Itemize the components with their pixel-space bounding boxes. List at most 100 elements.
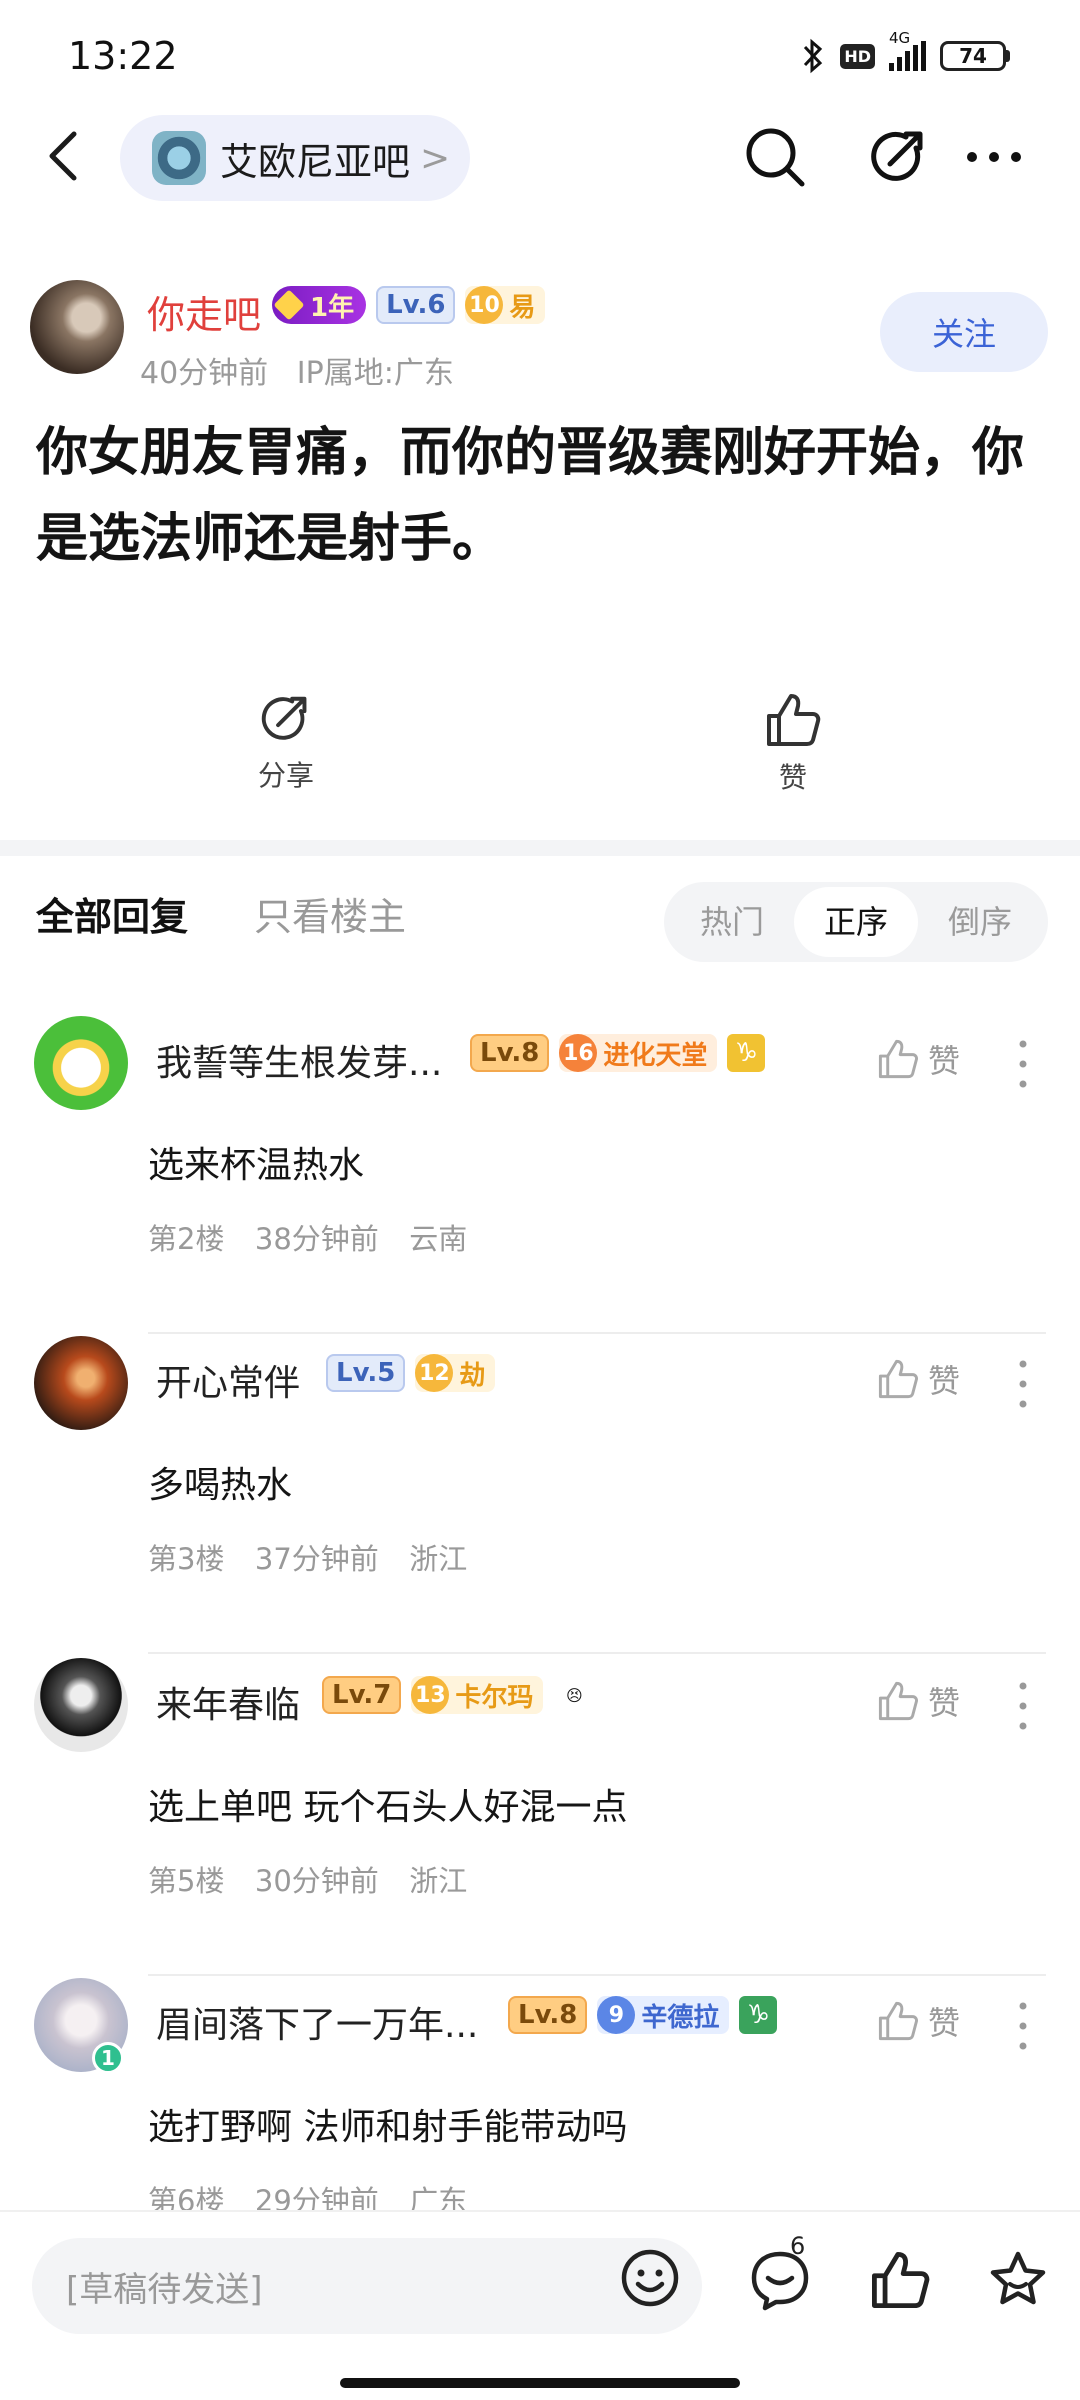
comment-like-label: 赞 (928, 1042, 961, 1080)
commenter-name[interactable]: 我誓等生根发芽... (156, 1034, 442, 1086)
comment-meta: 第2楼 38分钟前 云南 (148, 1216, 467, 1258)
comment-body: 选上单吧 玩个石头人好混一点 (148, 1787, 628, 1828)
post-time: 40分钟前 (140, 356, 269, 391)
forum-pill[interactable]: 艾欧尼亚吧 > (120, 115, 470, 201)
more-vertical-icon[interactable] (1008, 1036, 1038, 1092)
comment-divider (148, 1974, 1046, 1976)
comment-time: 30分钟前 (254, 1864, 379, 1898)
thumbs-up-icon (767, 694, 821, 746)
thumbs-up-icon (878, 1039, 918, 1079)
rank-number: 13 (411, 1676, 450, 1714)
share-button[interactable]: 分享 (226, 690, 346, 794)
comment-body: 多喝热水 (148, 1465, 293, 1506)
rank-number: 16 (559, 1034, 598, 1072)
sort-hot[interactable]: 热门 (670, 887, 794, 957)
thumbs-up-icon[interactable] (868, 2248, 932, 2312)
more-vertical-icon[interactable] (1008, 1678, 1038, 1734)
post-ip: IP属地:广东 (296, 356, 454, 391)
comment-like-button[interactable]: 赞 (876, 1036, 960, 1082)
sort-ascending[interactable]: 正序 (794, 887, 918, 957)
network-type: 4G (889, 29, 911, 47)
level-badge: Lv.8 (508, 1996, 588, 2034)
rank-number: 10 (465, 286, 504, 324)
comment-like-button[interactable]: 赞 (876, 1356, 960, 1402)
year-badge-label: 1年 (310, 292, 355, 323)
status-bar: 13:22 HD 4G 74 (0, 0, 1080, 110)
gem-icon (273, 289, 305, 321)
more-vertical-icon[interactable] (1008, 1356, 1038, 1412)
follow-button[interactable]: 关注 (880, 292, 1048, 372)
like-button[interactable]: 赞 (733, 690, 853, 796)
signal-icon: 4G (889, 29, 926, 71)
comment-time: 37分钟前 (254, 1542, 379, 1576)
commenter-badges: Lv.5 12 劫 (326, 1354, 496, 1392)
comment-body: 选打野啊 法师和射手能带动吗 (148, 2107, 628, 2148)
more-icon[interactable] (962, 124, 1028, 190)
post-actions: 分享 赞 (0, 690, 1080, 800)
floor-label: 第3楼 (148, 1542, 225, 1576)
rank-name: 进化天堂 (603, 1040, 708, 1071)
battery-icon: 74 (940, 41, 1010, 71)
like-label: 赞 (778, 761, 807, 794)
thumbs-up-icon (878, 2001, 918, 2041)
bottom-bar: [草稿待发送] 6 (0, 2210, 1080, 2400)
floor-label: 第5楼 (148, 1864, 225, 1898)
emoji-badge: 😣 (566, 1685, 583, 1705)
comment-ip: 云南 (409, 1222, 468, 1256)
commenter-badges: Lv.7 13 卡尔玛 😣 (322, 1676, 595, 1714)
commenter-name[interactable]: 眉间落下了一万年... (156, 1996, 478, 2048)
comment-like-button[interactable]: 赞 (876, 1998, 960, 2044)
level-badge: Lv.6 (376, 286, 456, 324)
draft-input[interactable]: [草稿待发送] (32, 2238, 702, 2334)
rank-number: 12 (415, 1354, 454, 1392)
comment-ip: 浙江 (409, 1542, 468, 1576)
comment-meta: 第5楼 30分钟前 浙江 (148, 1858, 467, 1900)
rank-name: 劫 (459, 1360, 486, 1391)
commenter-badges: Lv.8 9 辛德拉 ♑ (508, 1996, 778, 2034)
tab-all-replies[interactable]: 全部回复 (36, 886, 188, 941)
comment-like-label: 赞 (928, 1684, 961, 1722)
level-badge: Lv.7 (322, 1676, 402, 1714)
rank-badge: 16 进化天堂 (559, 1034, 718, 1072)
sort-descending[interactable]: 倒序 (918, 887, 1042, 957)
comment-like-label: 赞 (928, 2004, 961, 2042)
commenter-name[interactable]: 开心常伴 (156, 1354, 300, 1406)
comment-count: 6 (790, 2232, 806, 2260)
zodiac-icon: ♑ (739, 1996, 778, 2034)
author-meta: 40分钟前 IP属地:广东 (140, 348, 454, 392)
more-vertical-icon[interactable] (1008, 1998, 1038, 2054)
rank-name: 卡尔玛 (455, 1682, 534, 1713)
nav-bar: 艾欧尼亚吧 > (0, 110, 1080, 210)
rank-name: 辛德拉 (641, 2002, 720, 2033)
rank-number: 9 (597, 1996, 636, 2034)
reply-tabs: 全部回复 只看楼主 热门 正序 倒序 (0, 880, 1080, 962)
star-icon[interactable] (986, 2248, 1050, 2312)
author-badges: 1年 Lv.6 10 易 (272, 286, 546, 324)
status-icons: HD 4G 74 (800, 29, 1010, 78)
rank-badge: 9 辛德拉 (597, 1996, 730, 2034)
home-indicator (340, 2378, 740, 2388)
share-icon[interactable] (866, 124, 932, 190)
author-avatar[interactable] (30, 280, 124, 374)
back-icon[interactable] (38, 126, 94, 186)
commenter-name[interactable]: 来年春临 (156, 1676, 300, 1728)
battery-level: 74 (940, 41, 1006, 71)
emoji-icon[interactable] (618, 2246, 682, 2310)
level-badge: Lv.5 (326, 1354, 406, 1392)
sort-group: 热门 正序 倒序 (664, 882, 1048, 962)
comment-ip: 浙江 (409, 1864, 468, 1898)
commenter-avatar[interactable] (34, 1658, 128, 1752)
rank-name: 易 (509, 292, 536, 323)
tab-op-only[interactable]: 只看楼主 (254, 886, 406, 941)
author-name[interactable]: 你走吧 (147, 284, 261, 339)
forum-name: 艾欧尼亚吧 (220, 139, 411, 184)
search-icon[interactable] (742, 124, 808, 190)
share-label: 分享 (257, 759, 314, 792)
author-row: 你走吧 1年 Lv.6 10 易 40分钟前 IP属地:广东 关注 (0, 280, 1080, 392)
rank-badge: 13 卡尔玛 (411, 1676, 544, 1714)
comment-like-button[interactable]: 赞 (876, 1678, 960, 1724)
commenter-avatar[interactable] (34, 1336, 128, 1430)
avatar-badge: 1 (92, 2042, 124, 2074)
thumbs-up-icon (878, 1681, 918, 1721)
commenter-avatar[interactable] (34, 1016, 128, 1110)
